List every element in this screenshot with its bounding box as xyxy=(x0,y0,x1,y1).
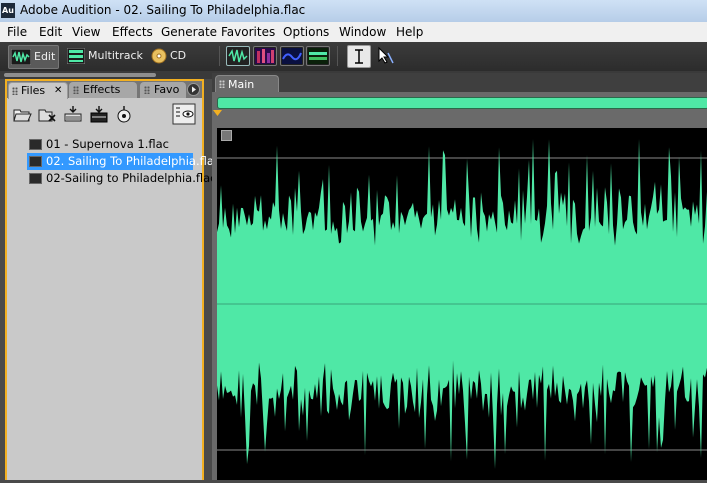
tab-files[interactable]: Files ✕ xyxy=(8,82,68,99)
menu-help[interactable]: Help xyxy=(396,25,423,39)
file-name: 01 - Supernova 1.flac xyxy=(46,137,170,151)
files-panel: Files ✕ Effects Favo 01 - Supernova 1.fl… xyxy=(5,79,220,480)
files-panel-tabs: Files ✕ Effects Favo xyxy=(7,81,202,99)
tab-favorites[interactable]: Favo xyxy=(140,82,186,98)
edit-view-button[interactable]: Edit xyxy=(8,45,60,69)
panel-menu-arrow-icon[interactable] xyxy=(187,83,200,96)
editor-body xyxy=(212,92,707,480)
file-display-options-icon[interactable] xyxy=(172,103,196,125)
close-file-icon[interactable] xyxy=(37,105,57,123)
open-file-icon[interactable] xyxy=(12,105,32,123)
audio-file-icon xyxy=(29,139,42,150)
waveform xyxy=(217,139,707,469)
marquee-selection-tool[interactable] xyxy=(374,45,396,66)
file-item[interactable]: 02-Sailing to Philadelphia.flac xyxy=(27,170,217,187)
zoom-navigator-bar[interactable] xyxy=(217,97,707,109)
menu-bar: File Edit View Effects Generate Favorite… xyxy=(0,22,707,43)
audio-file-icon xyxy=(29,173,42,184)
close-tab-icon[interactable]: ✕ xyxy=(54,83,62,99)
file-name: 02-Sailing to Philadelphia.flac xyxy=(46,171,217,185)
audition-app-icon[interactable]: Au xyxy=(1,3,15,18)
menu-options[interactable]: Options xyxy=(283,25,329,39)
workspace-toolbar: Edit Multitrack CD xyxy=(0,42,707,72)
arrow-cursor-icon xyxy=(378,46,394,64)
multitrack-label: Multitrack xyxy=(88,49,143,62)
window-title: Adobe Audition - 02. Sailing To Philadel… xyxy=(20,3,306,17)
file-name: 02. Sailing To Philadelphia.flac xyxy=(46,154,221,168)
spectral-frequency-icon xyxy=(255,48,275,64)
edit-label: Edit xyxy=(34,50,56,63)
menu-generate[interactable]: Generate xyxy=(161,25,217,39)
i-beam-cursor-icon xyxy=(355,49,363,64)
tab-grip-icon xyxy=(219,80,225,88)
tab-main[interactable]: Main xyxy=(215,75,279,93)
menu-file[interactable]: File xyxy=(7,25,27,39)
waveform-display[interactable] xyxy=(217,128,707,480)
waveform-view-icon xyxy=(228,48,248,63)
multitrack-icon xyxy=(67,48,85,64)
menu-favorites[interactable]: Favorites xyxy=(221,25,275,39)
spectral-phase-view-button[interactable] xyxy=(306,46,330,66)
spectral-pan-view-button[interactable] xyxy=(280,46,304,66)
waveform-view-button[interactable] xyxy=(226,46,250,66)
waveform-corner-handle[interactable] xyxy=(221,130,232,141)
file-item-selected[interactable]: 02. Sailing To Philadelphia.flac xyxy=(27,153,220,170)
panel-resize-grip[interactable] xyxy=(4,73,156,77)
tab-grip-icon xyxy=(12,87,18,95)
tab-grip-icon xyxy=(73,86,79,94)
file-item[interactable]: 01 - Supernova 1.flac xyxy=(27,136,169,153)
tab-grip-icon xyxy=(144,86,150,94)
cd-icon xyxy=(151,48,167,64)
spectral-phase-icon xyxy=(308,48,328,64)
insert-into-multitrack-icon[interactable] xyxy=(63,105,83,123)
tab-effects[interactable]: Effects xyxy=(69,82,137,98)
tab-main-label: Main xyxy=(228,78,255,91)
edit-waveform-icon xyxy=(11,49,31,65)
spectral-frequency-view-button[interactable] xyxy=(253,46,277,66)
menu-effects[interactable]: Effects xyxy=(112,25,153,39)
play-file-icon[interactable] xyxy=(114,105,134,123)
menu-view[interactable]: View xyxy=(72,25,100,39)
tab-favorites-label: Favo xyxy=(154,83,180,96)
tab-effects-label: Effects xyxy=(83,83,121,96)
main-editor-panel: Main xyxy=(212,73,707,480)
audio-file-icon xyxy=(29,156,42,167)
menu-window[interactable]: Window xyxy=(339,25,386,39)
playhead-marker-icon[interactable] xyxy=(213,110,222,117)
multitrack-view-button[interactable]: Multitrack xyxy=(67,45,143,67)
cd-label: CD xyxy=(170,49,187,62)
edit-file-icon[interactable] xyxy=(89,105,109,123)
toolbar-divider xyxy=(337,46,338,66)
toolbar-divider xyxy=(219,46,220,66)
spectral-pan-icon xyxy=(282,48,302,64)
cd-view-button[interactable]: CD xyxy=(151,45,186,67)
files-panel-toolbar xyxy=(7,98,202,130)
time-selection-tool[interactable] xyxy=(347,45,371,68)
tab-files-label: Files xyxy=(21,84,46,97)
menu-edit[interactable]: Edit xyxy=(39,25,62,39)
title-bar: Au Adobe Audition - 02. Sailing To Phila… xyxy=(0,0,707,23)
